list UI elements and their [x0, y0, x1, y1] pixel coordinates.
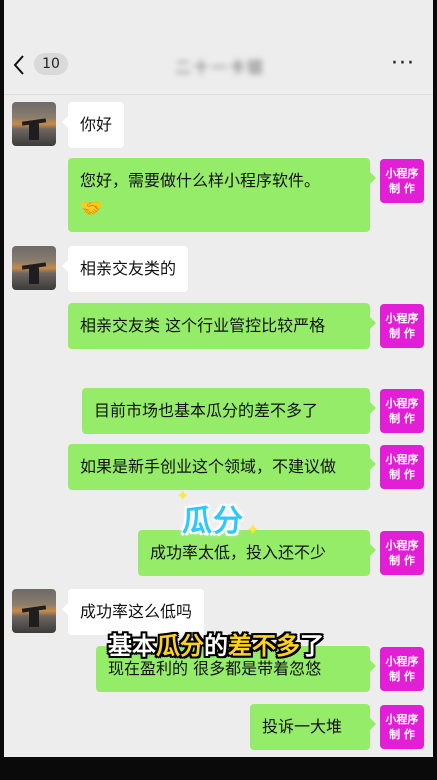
message-text: 成功率这么低吗: [80, 602, 193, 621]
message-text: 现在盈利的 很多都是带着忽悠: [108, 659, 322, 678]
message-text: 投诉一大堆: [262, 717, 343, 736]
sparkle-icon: ✦: [176, 486, 190, 505]
handshake-emoji: 🤝: [80, 198, 103, 219]
message-bubble[interactable]: 相亲交友类 这个行业管控比较严格: [68, 303, 376, 349]
contact-avatar[interactable]: [12, 102, 56, 146]
more-options-button[interactable]: ···: [388, 53, 418, 78]
caption-part: 的: [204, 632, 228, 660]
tag-line: 小程序: [385, 713, 419, 726]
tag-line: 制 作: [389, 327, 415, 340]
contact-avatar[interactable]: [12, 246, 56, 290]
sender-avatar-tag[interactable]: 小程序 制 作: [380, 705, 424, 749]
video-caption: 基本瓜分的差不多了: [108, 626, 324, 661]
sender-avatar-tag[interactable]: 小程序 制 作: [380, 159, 424, 203]
caption-part: 基本: [108, 632, 156, 660]
tag-line: 小程序: [385, 453, 419, 466]
unread-count-badge: 10: [34, 53, 68, 75]
message-bubble[interactable]: 投诉一大堆: [250, 704, 376, 750]
contact-avatar[interactable]: [12, 589, 56, 633]
message-bubble[interactable]: 您好，需要做什么样小程序软件。 🤝: [68, 158, 376, 232]
sender-avatar-tag[interactable]: 小程序 制 作: [380, 445, 424, 489]
sparkle-icon: ✦: [246, 520, 260, 539]
tag-line: 制 作: [389, 554, 415, 567]
message-text: 相亲交友类 这个行业管控比较严格: [80, 316, 326, 335]
tag-line: 小程序: [385, 539, 419, 552]
tag-line: 制 作: [389, 182, 415, 195]
tag-line: 制 作: [389, 468, 415, 481]
message-text: 您好，需要做什么样小程序软件。: [80, 171, 321, 190]
contact-name: 二十一卡银: [174, 58, 265, 77]
tag-line: 小程序: [385, 397, 419, 410]
tag-line: 小程序: [385, 312, 419, 325]
chat-screen: 10 二十一卡银 ··· 你好 您好，需要做什么样小程序软件。 🤝 小程序 制 …: [4, 0, 433, 757]
message-bubble[interactable]: 你好: [61, 102, 125, 148]
message-bubble[interactable]: 如果是新手创业这个领域，不建议做: [68, 444, 376, 490]
sender-avatar-tag[interactable]: 小程序 制 作: [380, 304, 424, 348]
tag-line: 制 作: [389, 670, 415, 683]
tag-line: 制 作: [389, 728, 415, 741]
caption-highlight: 差不多: [228, 632, 300, 660]
sender-avatar-tag[interactable]: 小程序 制 作: [380, 647, 424, 691]
caption-part: 了: [300, 632, 324, 660]
tag-line: 制 作: [389, 412, 415, 425]
message-bubble[interactable]: 目前市场也基本瓜分的差不多了: [82, 388, 376, 434]
message-text: 目前市场也基本瓜分的差不多了: [94, 401, 319, 420]
message-text: 如果是新手创业这个领域，不建议做: [80, 457, 337, 476]
chevron-left-icon: [13, 55, 24, 75]
back-button[interactable]: 10: [12, 50, 72, 80]
tag-line: 小程序: [385, 167, 419, 180]
status-bar: [4, 0, 433, 36]
sender-avatar-tag[interactable]: 小程序 制 作: [380, 389, 424, 433]
chat-header: 10 二十一卡银 ···: [4, 36, 433, 95]
sender-avatar-tag[interactable]: 小程序 制 作: [380, 531, 424, 575]
sticker-overlay: 瓜分: [182, 504, 244, 539]
message-text: 你好: [80, 115, 113, 134]
message-text: 相亲交友类的: [80, 259, 177, 278]
caption-highlight: 瓜分: [156, 632, 204, 660]
message-bubble[interactable]: 相亲交友类的: [61, 246, 189, 292]
message-text: 成功率太低，投入还不少: [150, 543, 327, 562]
tag-line: 小程序: [385, 655, 419, 668]
